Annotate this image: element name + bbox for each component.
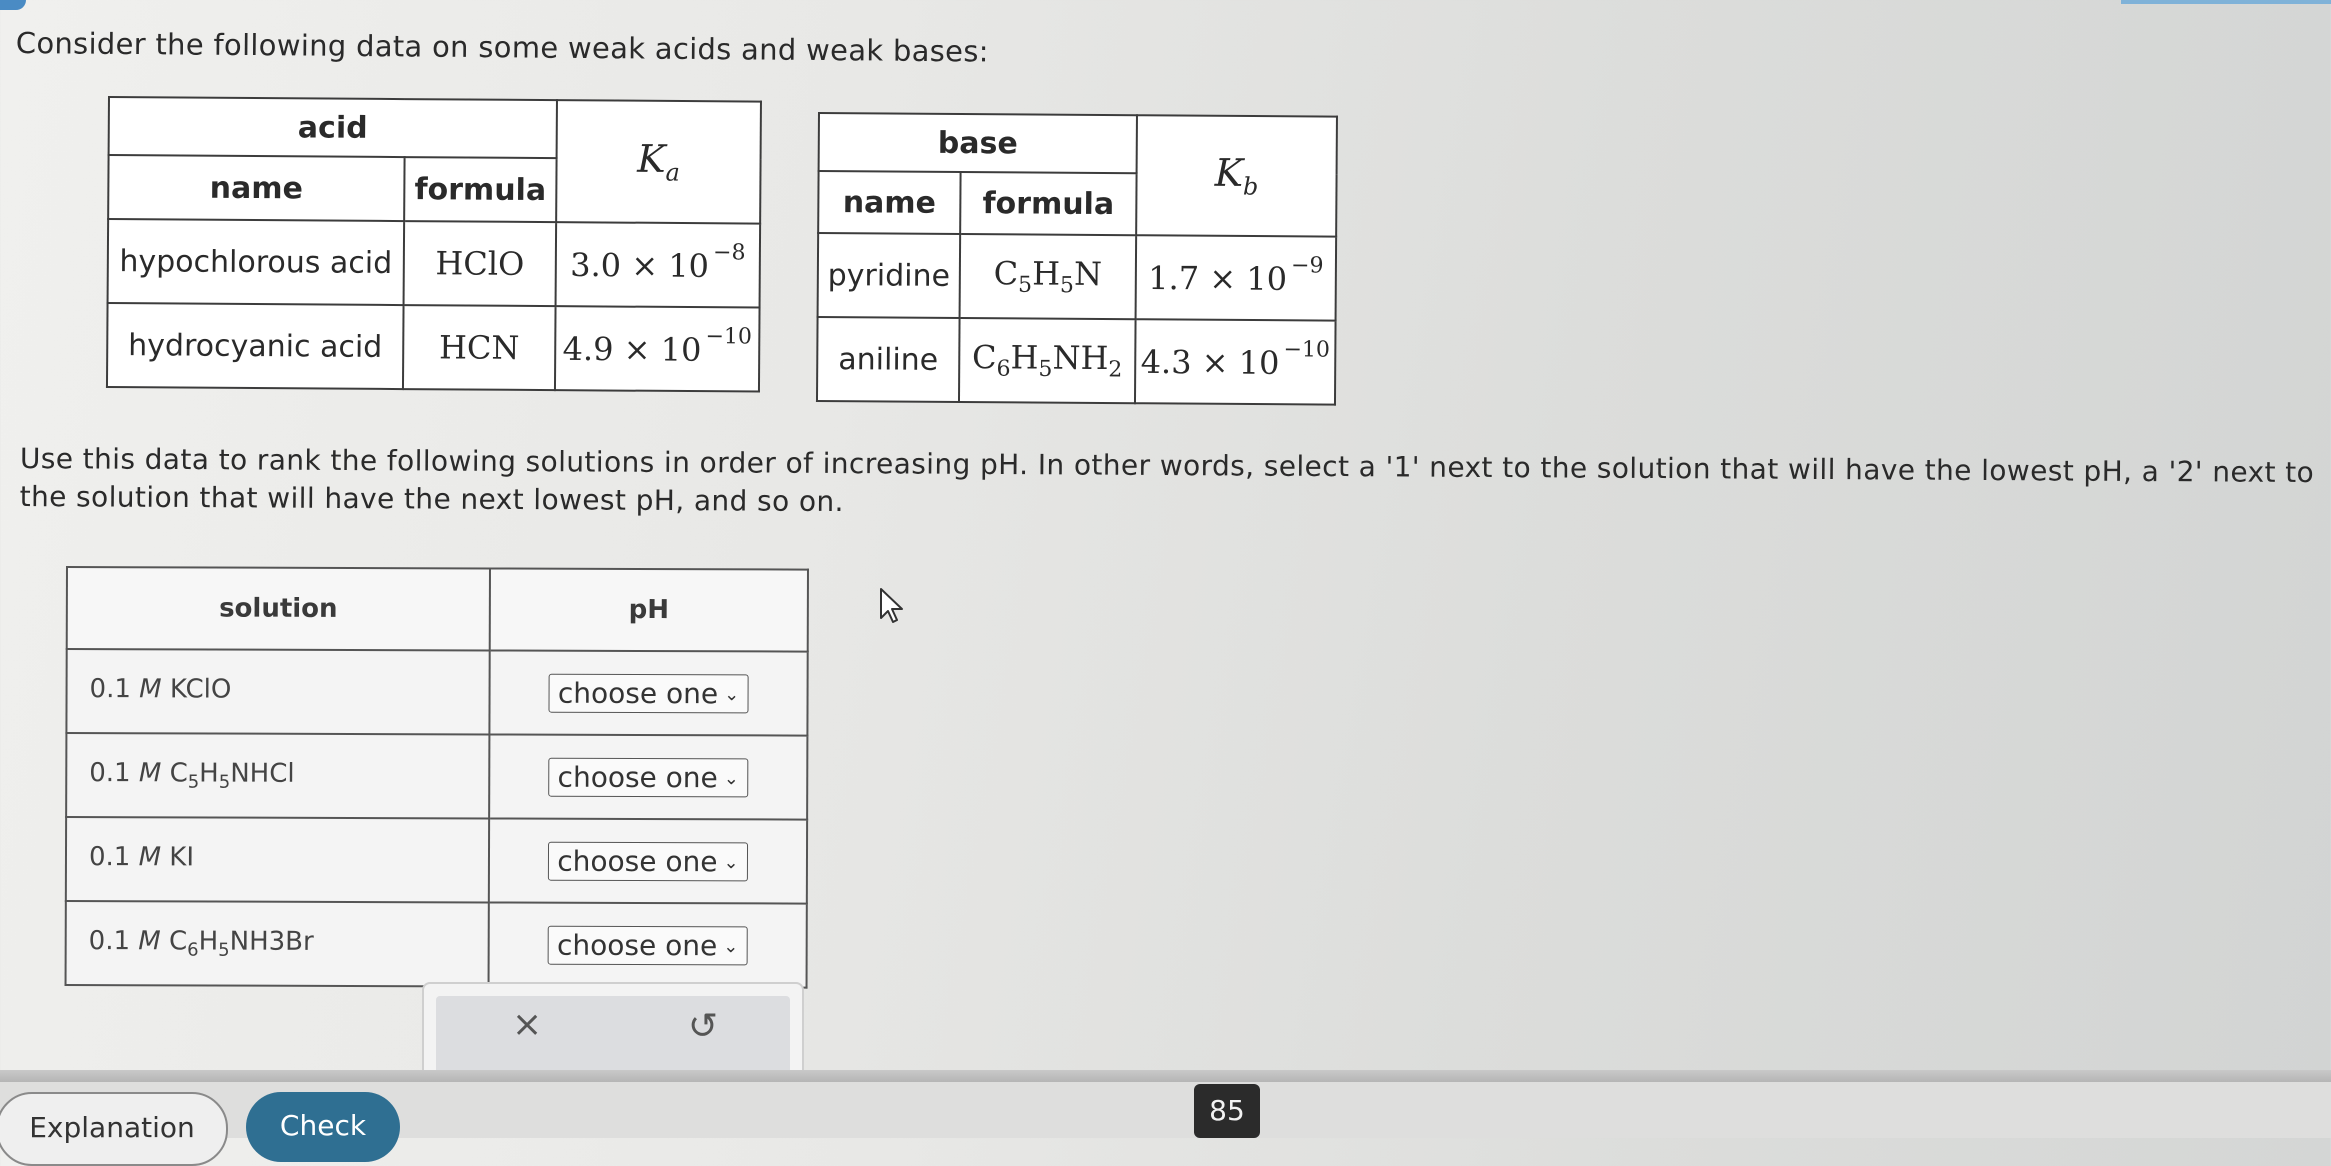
base-formula: C6H5NH2	[958, 317, 1136, 404]
base-name-header: name	[818, 171, 961, 234]
base-group-header: base	[818, 113, 1137, 174]
kb-value: 1.7 × 10 −9	[1135, 235, 1337, 321]
acid-formula-header: formula	[404, 157, 557, 223]
base-table: base Kb name formula pyridine C5H5N 1.7 …	[815, 112, 1338, 406]
ph-cell: choose one ⌄	[488, 818, 808, 904]
bottom-divider	[0, 1070, 2331, 1082]
base-formula: C5H5N	[959, 233, 1137, 320]
ka-subscript: a	[665, 158, 680, 187]
ranking-table: solution pH 0.1 M KClO choose one ⌄ 0.1 M…	[64, 566, 809, 989]
acid-name: hypochlorous acid	[107, 219, 405, 306]
undo-icon[interactable]: ↺	[688, 1006, 718, 1047]
intro-text: Consider the following data on some weak…	[15, 26, 989, 69]
close-icon[interactable]: ×	[512, 1004, 542, 1045]
action-bar-inner: × ↺	[436, 996, 790, 1076]
acid-group-header: acid	[108, 97, 557, 159]
chevron-down-icon: ⌄	[723, 767, 739, 789]
chevron-down-icon: ⌄	[723, 935, 739, 957]
base-row: pyridine C5H5N 1.7 × 10 −9	[817, 233, 1337, 321]
kb-symbol: K	[1214, 150, 1244, 196]
solution-label: 0.1 M KClO	[66, 649, 490, 735]
mouse-pointer-icon	[880, 588, 903, 623]
chevron-down-icon: ⌄	[723, 851, 739, 873]
solution-row: 0.1 M C6H5NH3Br choose one ⌄	[65, 901, 807, 988]
ph-header: pH	[489, 568, 808, 652]
kb-header: Kb	[1136, 115, 1337, 237]
base-row: aniline C6H5NH2 4.3 × 10 −10	[816, 317, 1336, 405]
kb-value: 4.3 × 10 −10	[1134, 319, 1336, 405]
ph-cell: choose one ⌄	[489, 734, 808, 820]
solution-label: 0.1 M C6H5NH3Br	[65, 901, 489, 987]
acid-row: hydrocyanic acid HCN 4.9 × 10 −10	[106, 303, 760, 392]
base-name: pyridine	[817, 233, 961, 318]
ph-cell: choose one ⌄	[488, 902, 807, 988]
instructions-text: Use this data to rank the following solu…	[19, 441, 2315, 519]
acid-table: acid Ka name formula hypochlorous acid H…	[105, 96, 762, 393]
top-right-accent	[2121, 0, 2331, 4]
rank-select[interactable]: choose one ⌄	[548, 673, 749, 713]
ka-symbol: K	[637, 136, 666, 182]
base-formula-header: formula	[960, 171, 1137, 236]
base-name: aniline	[816, 317, 960, 402]
ka-header: Ka	[556, 100, 761, 224]
ph-cell: choose one ⌄	[489, 650, 808, 736]
rank-select[interactable]: choose one ⌄	[547, 925, 748, 965]
solution-row: 0.1 M KI choose one ⌄	[65, 817, 808, 904]
chevron-down-icon: ⌄	[724, 683, 740, 705]
solution-row: 0.1 M C5H5NHCl choose one ⌄	[66, 733, 808, 820]
solution-label: 0.1 M KI	[65, 817, 490, 903]
top-left-accent	[0, 0, 26, 10]
ka-value: 4.9 × 10 −10	[554, 306, 760, 392]
acid-row: hypochlorous acid HClO 3.0 × 10 −8	[107, 219, 761, 308]
acid-name: hydrocyanic acid	[106, 303, 404, 390]
solution-header: solution	[66, 567, 490, 651]
answer-action-bar: × ↺	[422, 982, 804, 1076]
acid-name-header: name	[108, 155, 405, 222]
ka-value: 3.0 × 10 −8	[555, 222, 761, 308]
acid-formula: HClO	[403, 221, 557, 307]
acid-formula: HCN	[402, 305, 556, 391]
solution-label: 0.1 M C5H5NHCl	[66, 733, 490, 819]
kb-subscript: b	[1242, 172, 1259, 201]
rank-select[interactable]: choose one ⌄	[548, 757, 748, 797]
check-button[interactable]: Check	[246, 1092, 400, 1162]
solution-row: 0.1 M KClO choose one ⌄	[66, 649, 808, 736]
rank-select[interactable]: choose one ⌄	[548, 841, 748, 881]
page-number-badge: 85	[1194, 1084, 1260, 1138]
explanation-button[interactable]: Explanation	[0, 1092, 228, 1166]
